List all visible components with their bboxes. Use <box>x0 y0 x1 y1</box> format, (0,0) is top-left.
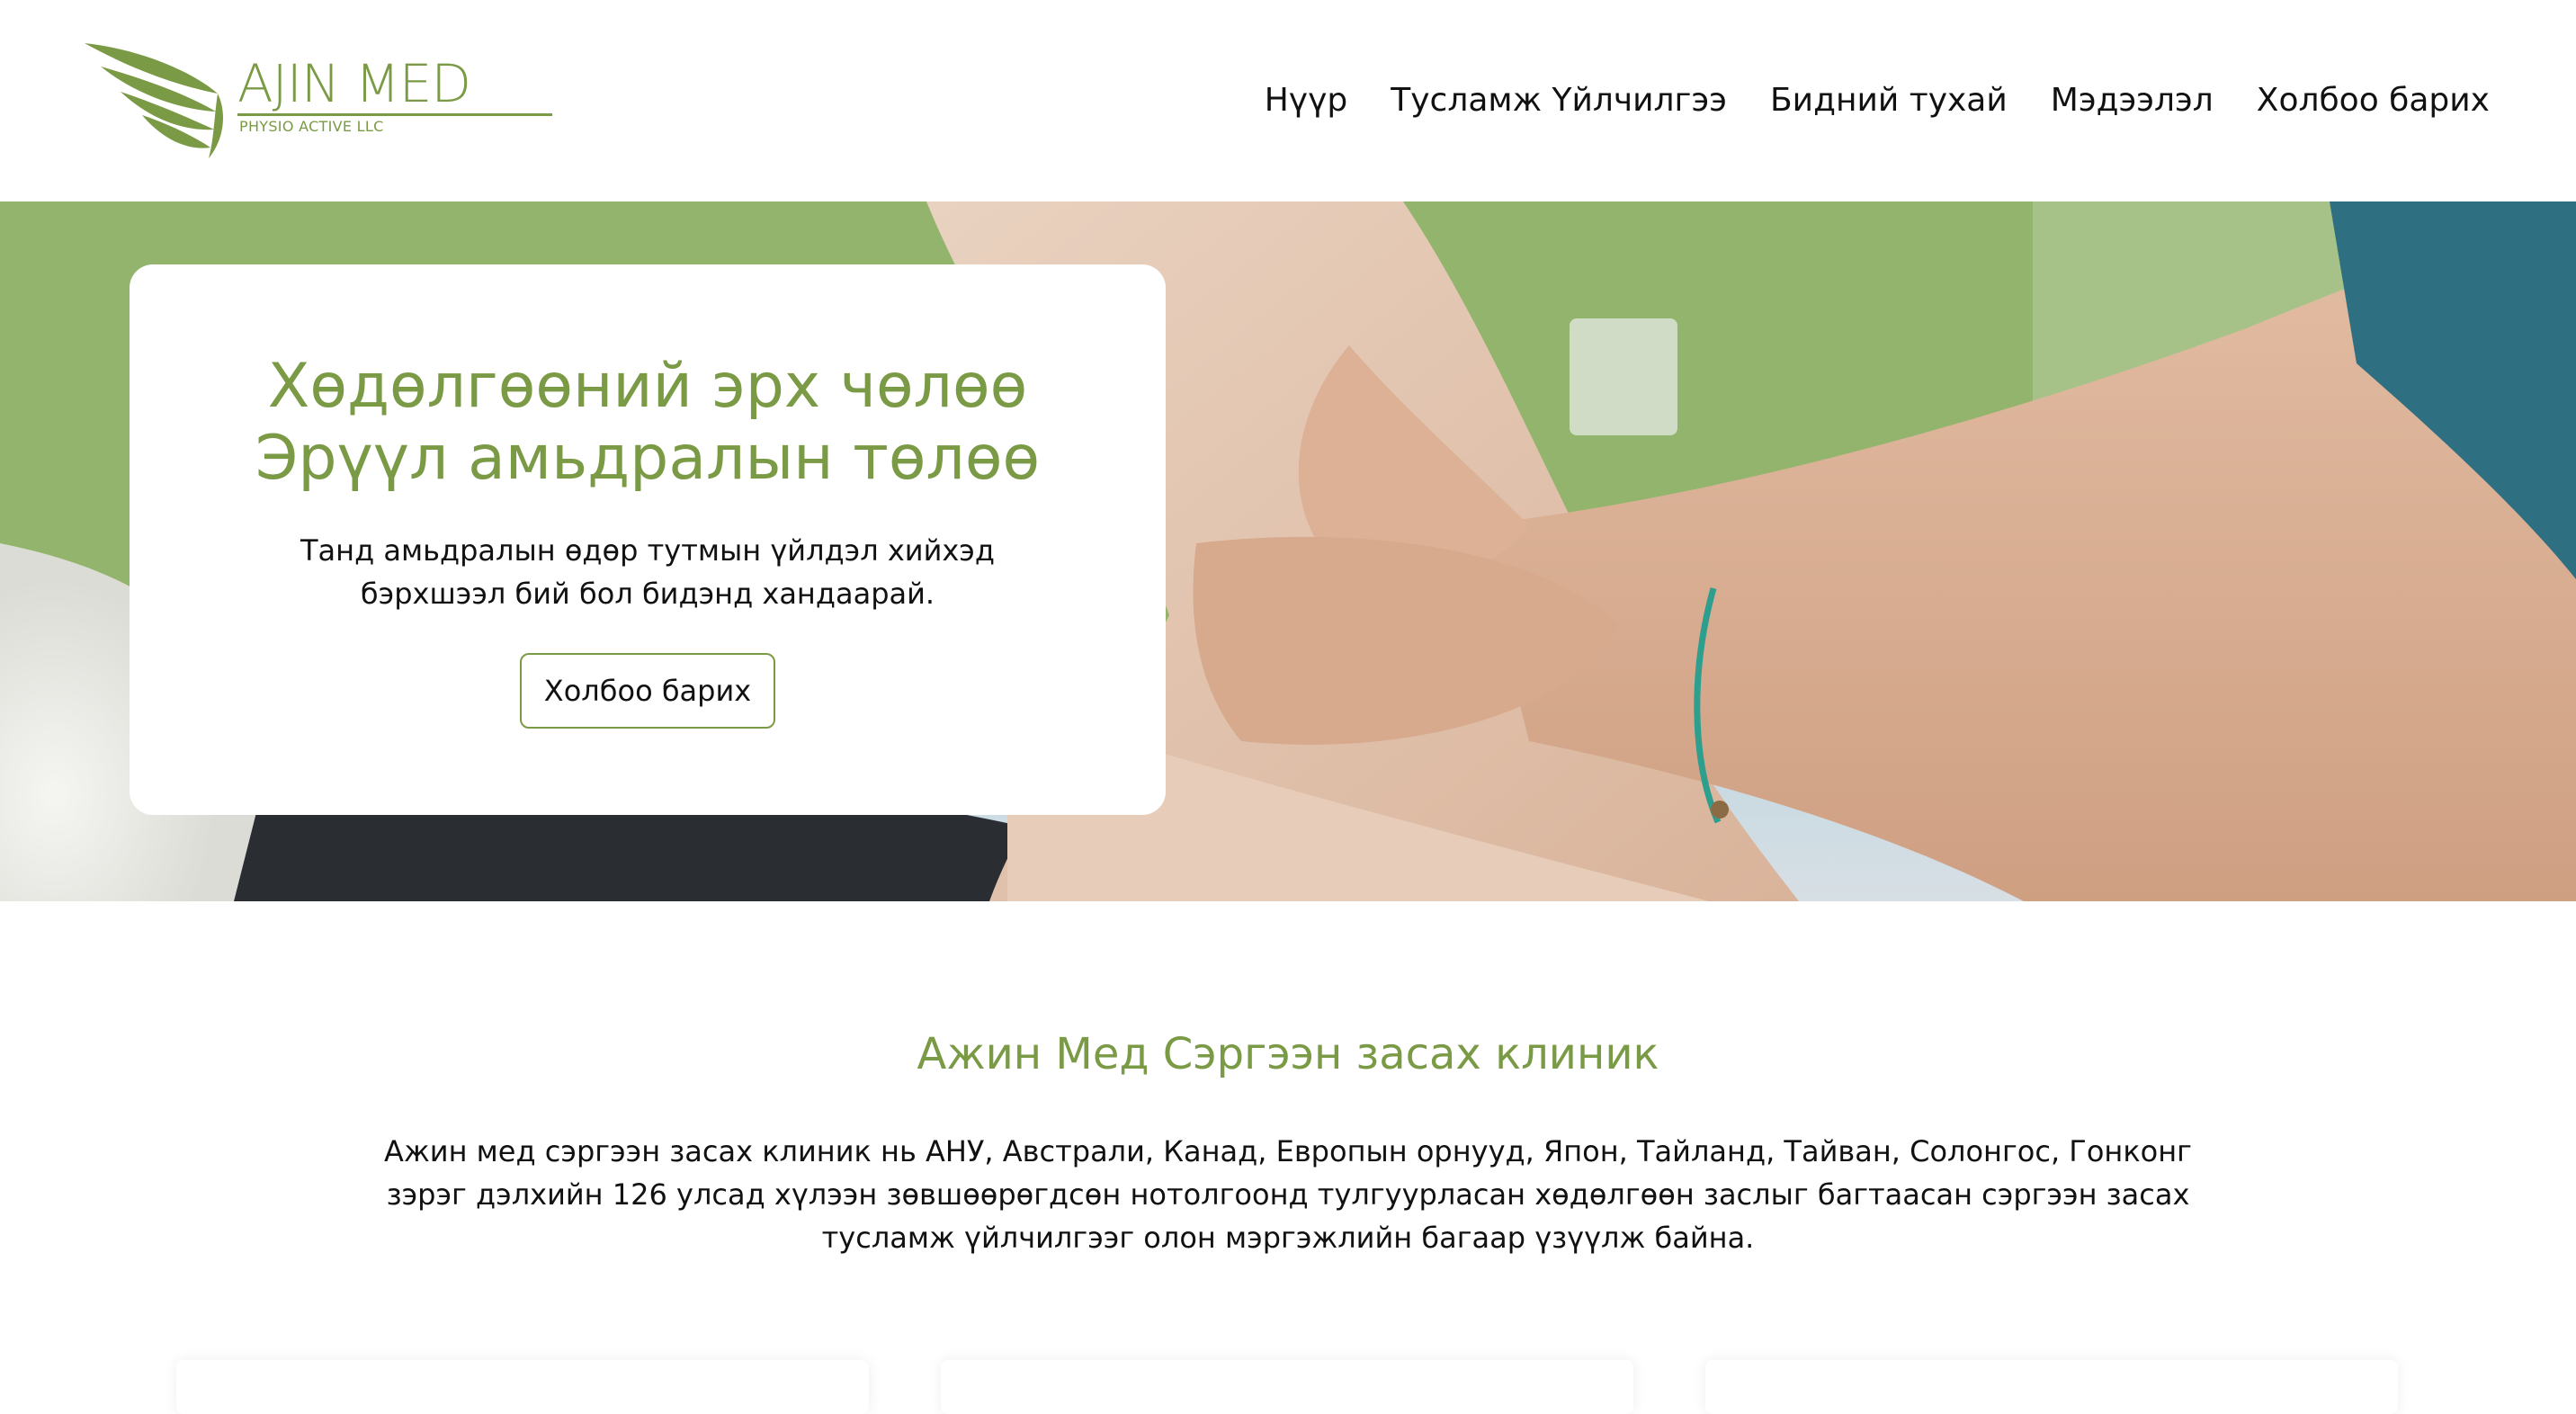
nav-item-services[interactable]: Тусламж Үйлчилгээ <box>1391 77 1727 124</box>
hero-title-line2: Эрүүл амьдралын төлөө <box>255 423 1041 494</box>
service-card <box>176 1360 869 1414</box>
brand-name: AJIN MED <box>237 53 471 114</box>
hero-description: Танд амьдралын өдөр тутмын үйлдэл хийхэд… <box>300 533 995 611</box>
about-title: Ажин Мед Сэргээн засах клиник <box>917 1029 1659 1079</box>
hero-title-line1: Хөдөлгөөний эрх чөлөө <box>267 351 1028 422</box>
about-description: Ажин мед сэргээн засах клиник нь АНУ, Ав… <box>384 1134 2192 1255</box>
main-nav: Нүүр Тусламж Үйлчилгээ Бидний тухай Мэдэ… <box>1265 77 2490 124</box>
site-header: AJIN MED PHYSIO ACTIVE LLC Нүүр Тусламж … <box>0 0 2576 201</box>
service-card <box>941 1360 1633 1414</box>
nav-item-home[interactable]: Нүүр <box>1265 77 1348 124</box>
brand-underline <box>237 113 552 116</box>
service-card <box>1705 1360 2398 1414</box>
hero-banner: Хөдөлгөөний эрх чөлөө Эрүүл амьдралын тө… <box>0 201 2576 901</box>
hero-card: Хөдөлгөөний эрх чөлөө Эрүүл амьдралын тө… <box>130 264 1166 815</box>
wing-logo-icon <box>85 43 223 158</box>
nav-item-about[interactable]: Бидний тухай <box>1770 77 2008 124</box>
hero-title: Хөдөлгөөний эрх чөлөө Эрүүл амьдралын тө… <box>130 351 1166 495</box>
nav-item-news[interactable]: Мэдээлэл <box>2051 77 2214 124</box>
nav-item-contact[interactable]: Холбоо барих <box>2257 77 2490 124</box>
brand-subtitle: PHYSIO ACTIVE LLC <box>239 118 384 135</box>
contact-button[interactable]: Холбоо барих <box>520 653 775 729</box>
brand-logo[interactable]: AJIN MED PHYSIO ACTIVE LLC <box>83 40 552 162</box>
